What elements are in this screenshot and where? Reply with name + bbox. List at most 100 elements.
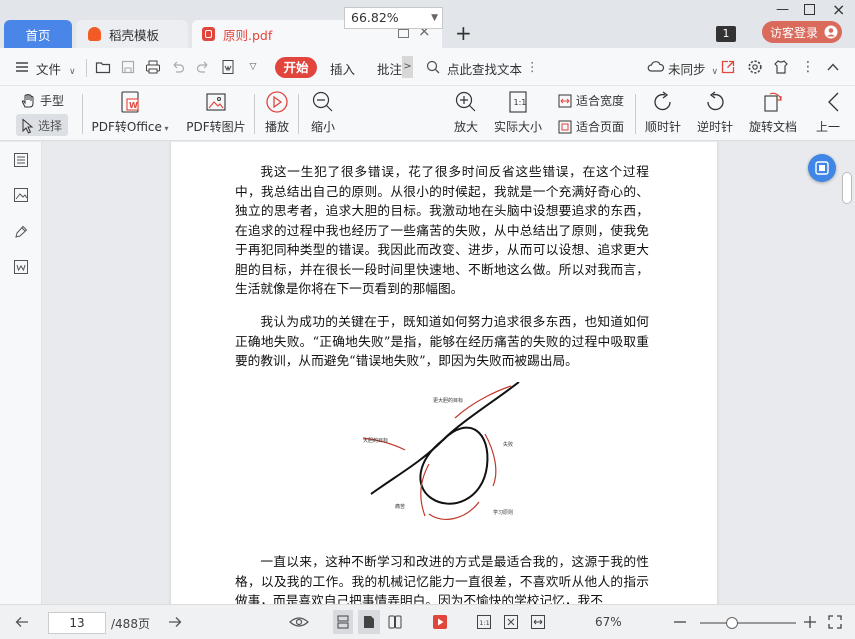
paragraph-2: 我认为成功的关键在于，既知道如何努力追求很多东西，也知道如何正确地失败。“正确地… <box>235 314 649 368</box>
more-icon[interactable]: ⋮ <box>800 59 816 75</box>
new-tab-plus-icon[interactable]: + <box>455 21 472 45</box>
chevron-down-icon: ∨ <box>711 67 719 77</box>
total-pages: /488页 <box>111 617 150 631</box>
docer-logo-icon <box>88 27 101 41</box>
document-viewport[interactable]: 我这一生犯了很多错误，花了很多时间反省这些错误，在这个过程中，我总结出自己的原则… <box>42 142 855 604</box>
window-maximize-icon[interactable] <box>804 4 815 15</box>
pdf-to-office-button[interactable]: W PDF转Office ▾ <box>91 90 169 135</box>
sync-status[interactable]: 未同步 ∨ <box>668 59 718 78</box>
svg-text:W: W <box>129 101 138 110</box>
rotate-document-label: 旋转文档 <box>748 120 797 134</box>
play-button[interactable]: 播放 <box>262 90 292 135</box>
settings-gear-icon[interactable] <box>747 59 763 75</box>
fit-width-button[interactable]: 适合宽度 <box>558 92 624 109</box>
save-icon[interactable] <box>120 59 136 75</box>
outline-list-icon[interactable] <box>13 152 29 168</box>
skin-icon[interactable] <box>773 59 789 75</box>
actual-size-status-icon[interactable]: 1:1 <box>476 614 492 630</box>
tab-template-label: 稻壳模板 <box>109 27 160 43</box>
zoom-in-plus-icon[interactable] <box>802 614 818 630</box>
svg-text:1:1: 1:1 <box>479 619 489 627</box>
cloud-sync-icon[interactable] <box>647 59 665 75</box>
print-icon[interactable] <box>145 59 161 75</box>
collapse-ribbon-icon[interactable] <box>825 59 841 75</box>
sync-status-label: 未同步 <box>668 62 706 77</box>
pdf-file-icon <box>202 27 215 41</box>
menu-scroll-right-icon[interactable]: > <box>402 56 413 78</box>
zoom-in-icon <box>455 91 476 112</box>
previous-page-arrow-icon[interactable] <box>14 614 30 630</box>
search-text-box[interactable]: 点此查找文本 <box>447 59 522 78</box>
fit-page-icon <box>558 120 572 133</box>
fit-width-status-icon[interactable] <box>530 614 546 630</box>
zoom-out-minus-icon[interactable] <box>672 614 688 630</box>
select-tool[interactable]: 选择 <box>20 117 62 134</box>
thumbnail-image-icon[interactable] <box>13 187 29 203</box>
rotate-document-icon <box>764 92 782 112</box>
dropdown-arrow-icon: ▼ <box>431 13 438 23</box>
open-folder-icon[interactable] <box>95 59 111 75</box>
fit-page-button[interactable]: 适合页面 <box>558 118 624 135</box>
menu-start[interactable]: 开始 <box>275 57 317 78</box>
zoom-slider-track[interactable] <box>700 622 796 624</box>
zoom-level-select[interactable]: 66.82% ▼ <box>344 7 443 29</box>
previous-arrow-icon <box>828 92 839 112</box>
zoom-level-value: 66.82% <box>351 10 399 25</box>
divider <box>86 59 87 77</box>
hamburger-menu-icon[interactable] <box>14 59 30 75</box>
tab-restore-icon[interactable] <box>398 29 409 38</box>
signature-icon[interactable] <box>13 259 29 275</box>
zoom-in-label: 放大 <box>453 120 478 134</box>
play-slideshow-icon[interactable] <box>432 614 448 630</box>
undo-icon[interactable] <box>170 59 186 75</box>
menu-insert[interactable]: 插入 <box>330 59 355 78</box>
pdf-to-image-label: PDF转图片 <box>186 120 246 134</box>
two-page-view-icon[interactable] <box>387 614 403 630</box>
actual-size-button[interactable]: 1:1 实际大小 <box>492 90 544 135</box>
hand-tool-label: 手型 <box>40 94 65 108</box>
growth-loop-figure: 更大胆的目标 大胆的目标 失败 痛苦 学习原则 <box>362 382 520 520</box>
share-icon[interactable] <box>720 59 736 75</box>
eye-protection-icon[interactable] <box>289 614 309 630</box>
tab-template[interactable]: 稻壳模板 <box>76 20 188 48</box>
tab-home-label: 首页 <box>25 27 51 43</box>
pdf-convert-icon[interactable] <box>220 59 236 75</box>
paragraph-1: 我这一生犯了很多错误，花了很多时间反省这些错误，在这个过程中，我总结出自己的原则… <box>235 164 649 296</box>
previous-page-button[interactable]: 上一 <box>816 90 852 135</box>
redo-icon[interactable] <box>195 59 211 75</box>
window-count-badge[interactable]: 1 <box>716 26 736 42</box>
zoom-out-button[interactable]: 缩小 <box>308 90 338 135</box>
single-page-view-icon[interactable] <box>335 614 351 630</box>
fit-page-label: 适合页面 <box>576 120 625 134</box>
pdf-to-office-label: PDF转Office ▾ <box>91 120 169 134</box>
menu-annotate[interactable]: 批注 <box>377 59 402 78</box>
continuous-page-icon[interactable] <box>361 614 377 630</box>
floating-tool-button[interactable] <box>808 154 836 182</box>
previous-page-label: 上一 <box>816 120 841 134</box>
rotate-clockwise-button[interactable]: 顺时针 <box>644 90 682 135</box>
tab-home[interactable]: 首页 <box>4 20 72 48</box>
rotate-counterclockwise-button[interactable]: 逆时针 <box>696 90 734 135</box>
vertical-scrollbar-thumb[interactable] <box>842 172 852 204</box>
cursor-arrow-icon <box>22 117 34 134</box>
pdf-to-image-button[interactable]: PDF转图片 <box>184 90 248 135</box>
menu-file[interactable]: 文件 ∨ <box>36 59 76 78</box>
guest-login-button[interactable]: 访客登录 <box>762 21 842 43</box>
divider <box>254 94 255 134</box>
quick-access-dropdown-icon[interactable]: ▽ <box>245 59 261 75</box>
divider <box>82 94 83 134</box>
hand-tool-button[interactable]: 手型 <box>20 92 64 109</box>
zoom-in-button[interactable]: 放大 <box>451 90 481 135</box>
more-options-icon[interactable]: ⋮ <box>526 59 539 74</box>
zoom-slider-knob[interactable] <box>725 617 738 629</box>
rotate-clockwise-label: 顺时针 <box>644 120 681 134</box>
next-page-arrow-icon[interactable] <box>167 614 183 630</box>
window-close-icon[interactable]: × <box>832 0 845 19</box>
rotate-document-button[interactable]: 旋转文档 <box>747 90 799 135</box>
fullscreen-icon[interactable] <box>827 614 843 630</box>
annotation-pen-icon[interactable] <box>13 224 29 240</box>
window-minimize-icon[interactable]: — <box>776 2 789 17</box>
current-page-input[interactable]: 13 <box>48 612 106 634</box>
figure-red-arrow <box>428 501 480 520</box>
fit-page-status-icon[interactable] <box>503 614 519 630</box>
